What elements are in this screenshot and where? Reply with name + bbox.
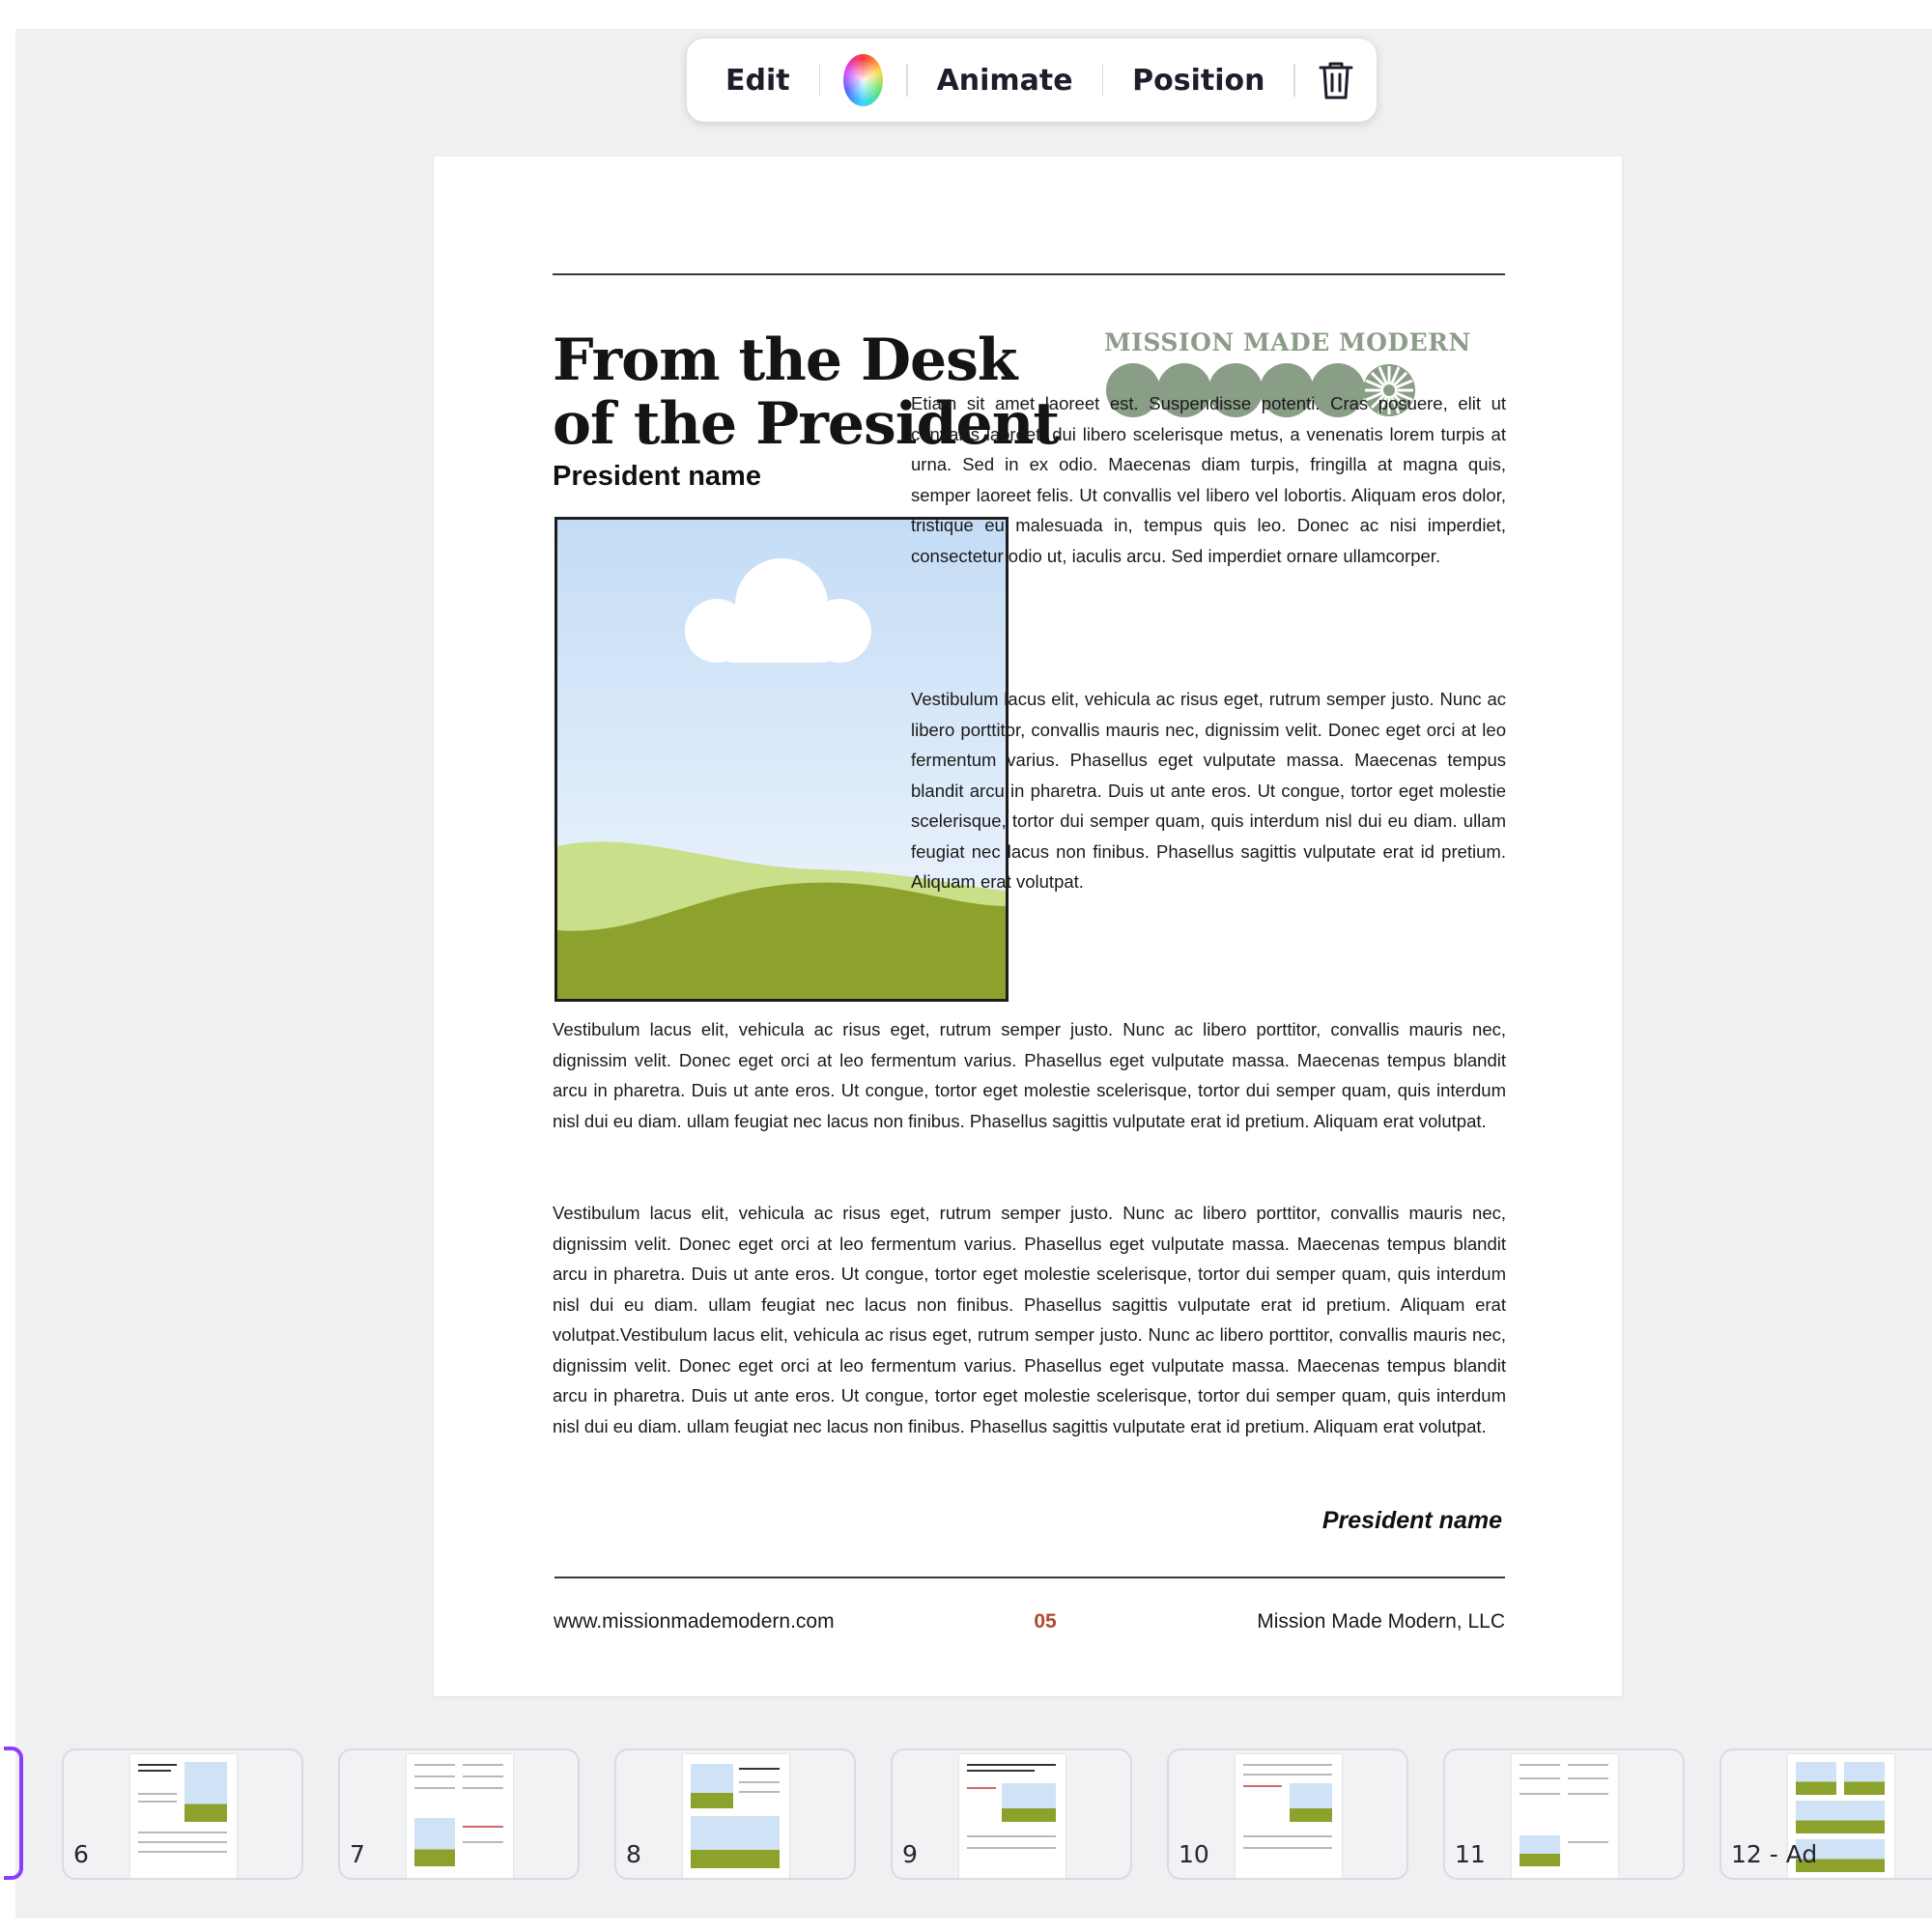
- position-button[interactable]: Position: [1115, 64, 1282, 98]
- thumbnail-preview: [130, 1754, 237, 1878]
- footer-url[interactable]: www.missionmademodern.com: [554, 1610, 835, 1634]
- thumbnail-label: 8: [626, 1840, 641, 1868]
- page-thumbnail[interactable]: 12 - Ad: [1719, 1748, 1932, 1880]
- toolbar-divider: [1101, 64, 1104, 97]
- document-page[interactable]: From the Desk of the President President…: [434, 156, 1622, 1696]
- thumbnail-label: 9: [902, 1840, 918, 1868]
- thumbnail-label: 11: [1455, 1840, 1486, 1868]
- thumbnail-label: 12 - Ad: [1731, 1840, 1818, 1868]
- color-picker-icon[interactable]: [843, 54, 884, 106]
- body-paragraph-1[interactable]: Vestibulum lacus elit, vehicula ac risus…: [553, 1014, 1506, 1136]
- thumbnail-preview: [683, 1754, 789, 1878]
- president-name-heading[interactable]: President name: [553, 461, 761, 493]
- page-thumbnail[interactable]: 11: [1443, 1748, 1685, 1880]
- trash-icon[interactable]: [1317, 57, 1355, 103]
- right-paragraph-1[interactable]: Etiam sit amet laoreet est. Suspendisse …: [911, 388, 1506, 571]
- animate-button[interactable]: Animate: [920, 64, 1091, 98]
- page-number[interactable]: 05: [1016, 1610, 1074, 1634]
- toolbar-divider: [906, 64, 908, 97]
- page-thumbnail[interactable]: 7: [338, 1748, 580, 1880]
- edit-button[interactable]: Edit: [708, 64, 808, 98]
- body-paragraph-2[interactable]: Vestibulum lacus elit, vehicula ac risus…: [553, 1198, 1506, 1441]
- thumbnail-label: 6: [73, 1840, 89, 1868]
- element-toolbar: Edit Animate Position: [687, 39, 1377, 122]
- toolbar-divider: [1293, 64, 1295, 97]
- thumbnail-preview: [959, 1754, 1065, 1878]
- page-thumbnail[interactable]: 9: [891, 1748, 1132, 1880]
- toolbar-divider: [818, 64, 821, 97]
- current-page-thumbnail-edge[interactable]: [4, 1747, 23, 1880]
- footer-rule: [554, 1577, 1505, 1578]
- thumbnail-preview: [1512, 1754, 1618, 1878]
- page-thumbnail[interactable]: 8: [614, 1748, 856, 1880]
- logo-text[interactable]: MISSION MADE MODERN: [1104, 328, 1470, 356]
- thumbnail-preview: [1236, 1754, 1342, 1878]
- page-thumbnail[interactable]: 6: [62, 1748, 303, 1880]
- thumbnail-label: 7: [350, 1840, 365, 1868]
- page-thumbnail[interactable]: 10: [1167, 1748, 1408, 1880]
- footer-company[interactable]: Mission Made Modern, LLC: [1257, 1610, 1505, 1634]
- signature-name[interactable]: President name: [1322, 1507, 1502, 1535]
- top-rule: [553, 273, 1505, 275]
- thumbnail-label: 10: [1179, 1840, 1209, 1868]
- thumbnail-preview: [407, 1754, 513, 1878]
- right-paragraph-2[interactable]: Vestibulum lacus elit, vehicula ac risus…: [911, 684, 1506, 897]
